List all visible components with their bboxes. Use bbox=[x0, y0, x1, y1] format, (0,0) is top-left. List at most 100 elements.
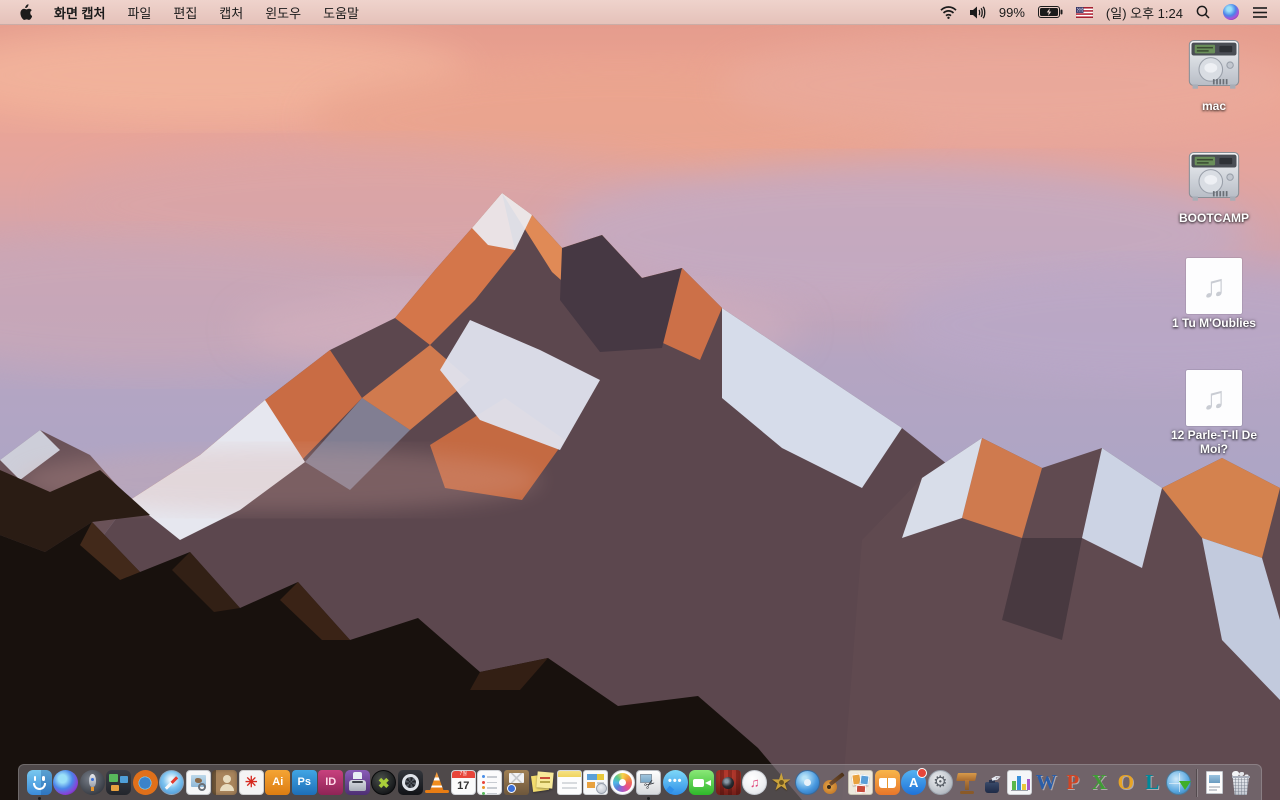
dock-item-facetime[interactable] bbox=[689, 767, 716, 799]
dock-item-garageband[interactable] bbox=[821, 767, 848, 799]
dock: ✳AiPsID ✖ 7월17 ✂••• ♫★ A⚙ ✒ WPXOL bbox=[18, 764, 1262, 800]
desktop-icon-label: 1 Tu M'Oublies bbox=[1172, 316, 1256, 330]
dock-item-mission-control[interactable] bbox=[106, 767, 133, 799]
dock-item-illustrator[interactable]: Ai bbox=[265, 767, 292, 799]
dock-item-notes[interactable] bbox=[556, 767, 583, 799]
dock-item-photoshop[interactable]: Ps bbox=[291, 767, 318, 799]
finder-icon bbox=[26, 770, 52, 795]
messages-icon: ••• bbox=[662, 770, 688, 795]
document-templates-icon bbox=[583, 770, 609, 795]
illustrator-icon: Ai bbox=[265, 770, 291, 795]
dock-item-mail-archive[interactable] bbox=[503, 767, 530, 799]
dock-item-idvd[interactable] bbox=[795, 767, 822, 799]
menu-item-0[interactable]: 파일 bbox=[127, 3, 151, 22]
menu-bar-clock[interactable]: (일) 오후 1:24 bbox=[1106, 3, 1183, 22]
dock-item-preview[interactable] bbox=[185, 767, 212, 799]
dock-item-acrobat-reader[interactable]: ✳ bbox=[238, 767, 265, 799]
safari-icon bbox=[159, 770, 185, 795]
garageband-icon bbox=[822, 770, 847, 795]
dock-item-ms-outlook[interactable]: O bbox=[1113, 767, 1140, 799]
dock-item-ibooks[interactable] bbox=[874, 767, 901, 799]
music-note-glyph: ♫ bbox=[1202, 379, 1226, 416]
preview-icon bbox=[185, 770, 211, 795]
document-file-icon bbox=[1202, 770, 1227, 795]
notification-center-icon[interactable] bbox=[1252, 6, 1268, 19]
desktop-icon-bootcamp[interactable]: BOOTCAMP bbox=[1164, 146, 1264, 226]
dock-item-photo-booth[interactable] bbox=[715, 767, 742, 799]
dock-item-itunes[interactable]: ♫ bbox=[742, 767, 769, 799]
dock-item-disk-tool[interactable] bbox=[397, 767, 424, 799]
dock-item-messages[interactable]: ••• bbox=[662, 767, 689, 799]
desktop-icon-label: mac bbox=[1201, 99, 1227, 113]
desktop-icon-label: 12 Parle-T-Il De Moi? bbox=[1170, 428, 1258, 456]
dock-item-photos[interactable] bbox=[609, 767, 636, 799]
trash-full-icon bbox=[1228, 770, 1253, 795]
dock-item-numbers-classic[interactable] bbox=[1007, 767, 1034, 799]
dock-item-toast[interactable] bbox=[344, 767, 371, 799]
dock-item-pages-classic[interactable]: ✒ bbox=[980, 767, 1007, 799]
dock-item-comic-life[interactable] bbox=[848, 767, 875, 799]
numbers-classic-icon bbox=[1007, 770, 1033, 795]
battery-charging-icon[interactable] bbox=[1037, 6, 1063, 18]
dock-item-document-file[interactable] bbox=[1201, 767, 1228, 799]
desktop-icon-12-parle-t-il-de-moi-[interactable]: ♫ 12 Parle-T-Il De Moi? bbox=[1164, 370, 1264, 457]
menu-item-3[interactable]: 윈도우 bbox=[265, 3, 301, 22]
dock-item-ms-powerpoint[interactable]: P bbox=[1060, 767, 1087, 799]
dock-item-keynote-classic[interactable] bbox=[954, 767, 981, 799]
dock-item-ms-excel[interactable]: X bbox=[1086, 767, 1113, 799]
ms-lync-icon: L bbox=[1145, 770, 1160, 794]
dock-item-system-preferences[interactable]: ⚙ bbox=[927, 767, 954, 799]
dock-item-indesign[interactable]: ID bbox=[318, 767, 345, 799]
dock-item-siri[interactable] bbox=[53, 767, 80, 799]
audio-file-icon[interactable]: ♫ bbox=[1186, 370, 1242, 426]
spotlight-search-icon[interactable] bbox=[1196, 5, 1210, 19]
siri-icon[interactable] bbox=[1223, 4, 1239, 20]
hard-drive-icon[interactable] bbox=[1184, 34, 1244, 97]
menu-item-2[interactable]: 캡처 bbox=[219, 3, 243, 22]
apple-menu-icon[interactable] bbox=[18, 3, 32, 21]
dock-item-stickies[interactable] bbox=[530, 767, 557, 799]
audio-file-icon[interactable]: ♫ bbox=[1186, 258, 1242, 314]
dock-item-safari[interactable] bbox=[159, 767, 186, 799]
desktop-icon-1-tu-m-oublies[interactable]: ♫ 1 Tu M'Oublies bbox=[1164, 258, 1264, 331]
dock-item-reminders[interactable] bbox=[477, 767, 504, 799]
hard-drive-icon[interactable] bbox=[1184, 146, 1244, 209]
dock-divider bbox=[1196, 768, 1197, 797]
dock-item-xbmc[interactable]: ✖ bbox=[371, 767, 398, 799]
dock-item-screen-capture-grab[interactable]: ✂ bbox=[636, 767, 663, 800]
dock-item-finder[interactable] bbox=[26, 767, 53, 800]
dock-item-imovie-classic[interactable]: ★ bbox=[768, 767, 795, 799]
dock-item-app-store[interactable]: A bbox=[901, 767, 927, 799]
idvd-icon bbox=[795, 770, 821, 795]
dock-item-contacts[interactable] bbox=[212, 767, 239, 799]
dock-item-calendar[interactable]: 7월 17 bbox=[450, 767, 477, 799]
dock-item-document-templates[interactable] bbox=[583, 767, 610, 799]
pages-classic-icon: ✒ bbox=[981, 769, 1006, 795]
wifi-icon[interactable] bbox=[940, 5, 957, 19]
photo-booth-icon bbox=[715, 770, 741, 795]
us-flag-input-icon[interactable] bbox=[1075, 6, 1093, 18]
dock-item-web-downloader[interactable] bbox=[1166, 767, 1193, 799]
vlc-icon bbox=[424, 770, 449, 795]
notes-icon bbox=[556, 770, 582, 795]
dock-item-vlc[interactable] bbox=[424, 767, 451, 799]
menu-item-4[interactable]: 도움말 bbox=[323, 3, 359, 22]
photoshop-icon: Ps bbox=[291, 770, 317, 795]
menu-item-1[interactable]: 편집 bbox=[173, 3, 197, 22]
dock-item-trash-full[interactable] bbox=[1228, 767, 1255, 799]
dock-item-firefox[interactable] bbox=[132, 767, 159, 799]
ms-powerpoint-icon: P bbox=[1066, 770, 1080, 794]
volume-icon[interactable] bbox=[969, 5, 986, 19]
active-app-name[interactable]: 화면 캡처 bbox=[54, 3, 105, 22]
dock-item-ms-word[interactable]: W bbox=[1033, 767, 1060, 799]
firefox-icon bbox=[132, 770, 158, 795]
launchpad-icon bbox=[79, 770, 105, 795]
xbmc-icon: ✖ bbox=[371, 770, 397, 795]
facetime-icon bbox=[689, 770, 715, 795]
dock-item-launchpad[interactable] bbox=[79, 767, 106, 799]
siri-icon bbox=[53, 770, 79, 795]
app-store-update-badge bbox=[917, 767, 927, 778]
reminders-icon bbox=[477, 770, 503, 795]
dock-item-ms-lync[interactable]: L bbox=[1139, 767, 1166, 799]
desktop-icon-mac[interactable]: mac bbox=[1164, 34, 1264, 114]
